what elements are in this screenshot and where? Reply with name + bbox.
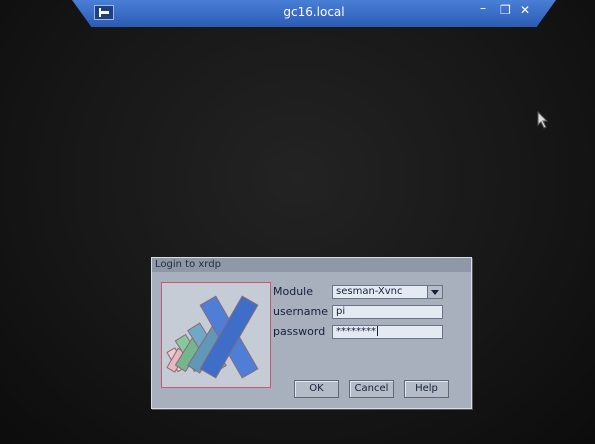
restore-button[interactable]: ❐ xyxy=(500,3,511,17)
minimize-button[interactable]: – xyxy=(480,1,486,15)
text-cursor xyxy=(377,326,378,336)
password-value: ******** xyxy=(336,326,376,337)
module-label: Module xyxy=(273,285,313,298)
xrdp-logo xyxy=(161,282,271,388)
password-label: password xyxy=(273,325,326,338)
dialog-title: Login to xrdp xyxy=(152,258,471,272)
chevron-down-icon xyxy=(431,289,439,295)
module-select[interactable]: sesman-Xvnc xyxy=(332,285,443,299)
login-dialog: Login to xrdp Module sesman-Xvnc usernam… xyxy=(151,257,472,409)
remote-desktop-screen: gc16.local – ❐ ✕ Login to xrdp Module se… xyxy=(0,0,595,444)
close-button[interactable]: ✕ xyxy=(520,3,530,17)
mouse-pointer-icon xyxy=(537,111,549,129)
password-field[interactable]: ******** xyxy=(332,325,443,339)
help-button[interactable]: Help xyxy=(404,380,449,398)
xrdp-logo-icon xyxy=(166,295,259,379)
username-field[interactable]: pi xyxy=(332,305,443,319)
cancel-button[interactable]: Cancel xyxy=(349,380,394,398)
remote-session-titlebar: gc16.local – ❐ ✕ xyxy=(72,0,556,27)
ok-button[interactable]: OK xyxy=(294,380,339,398)
username-label: username xyxy=(273,305,328,318)
module-value: sesman-Xvnc xyxy=(336,286,403,297)
username-value: pi xyxy=(336,306,346,317)
dropdown-arrow-button[interactable] xyxy=(427,286,442,298)
